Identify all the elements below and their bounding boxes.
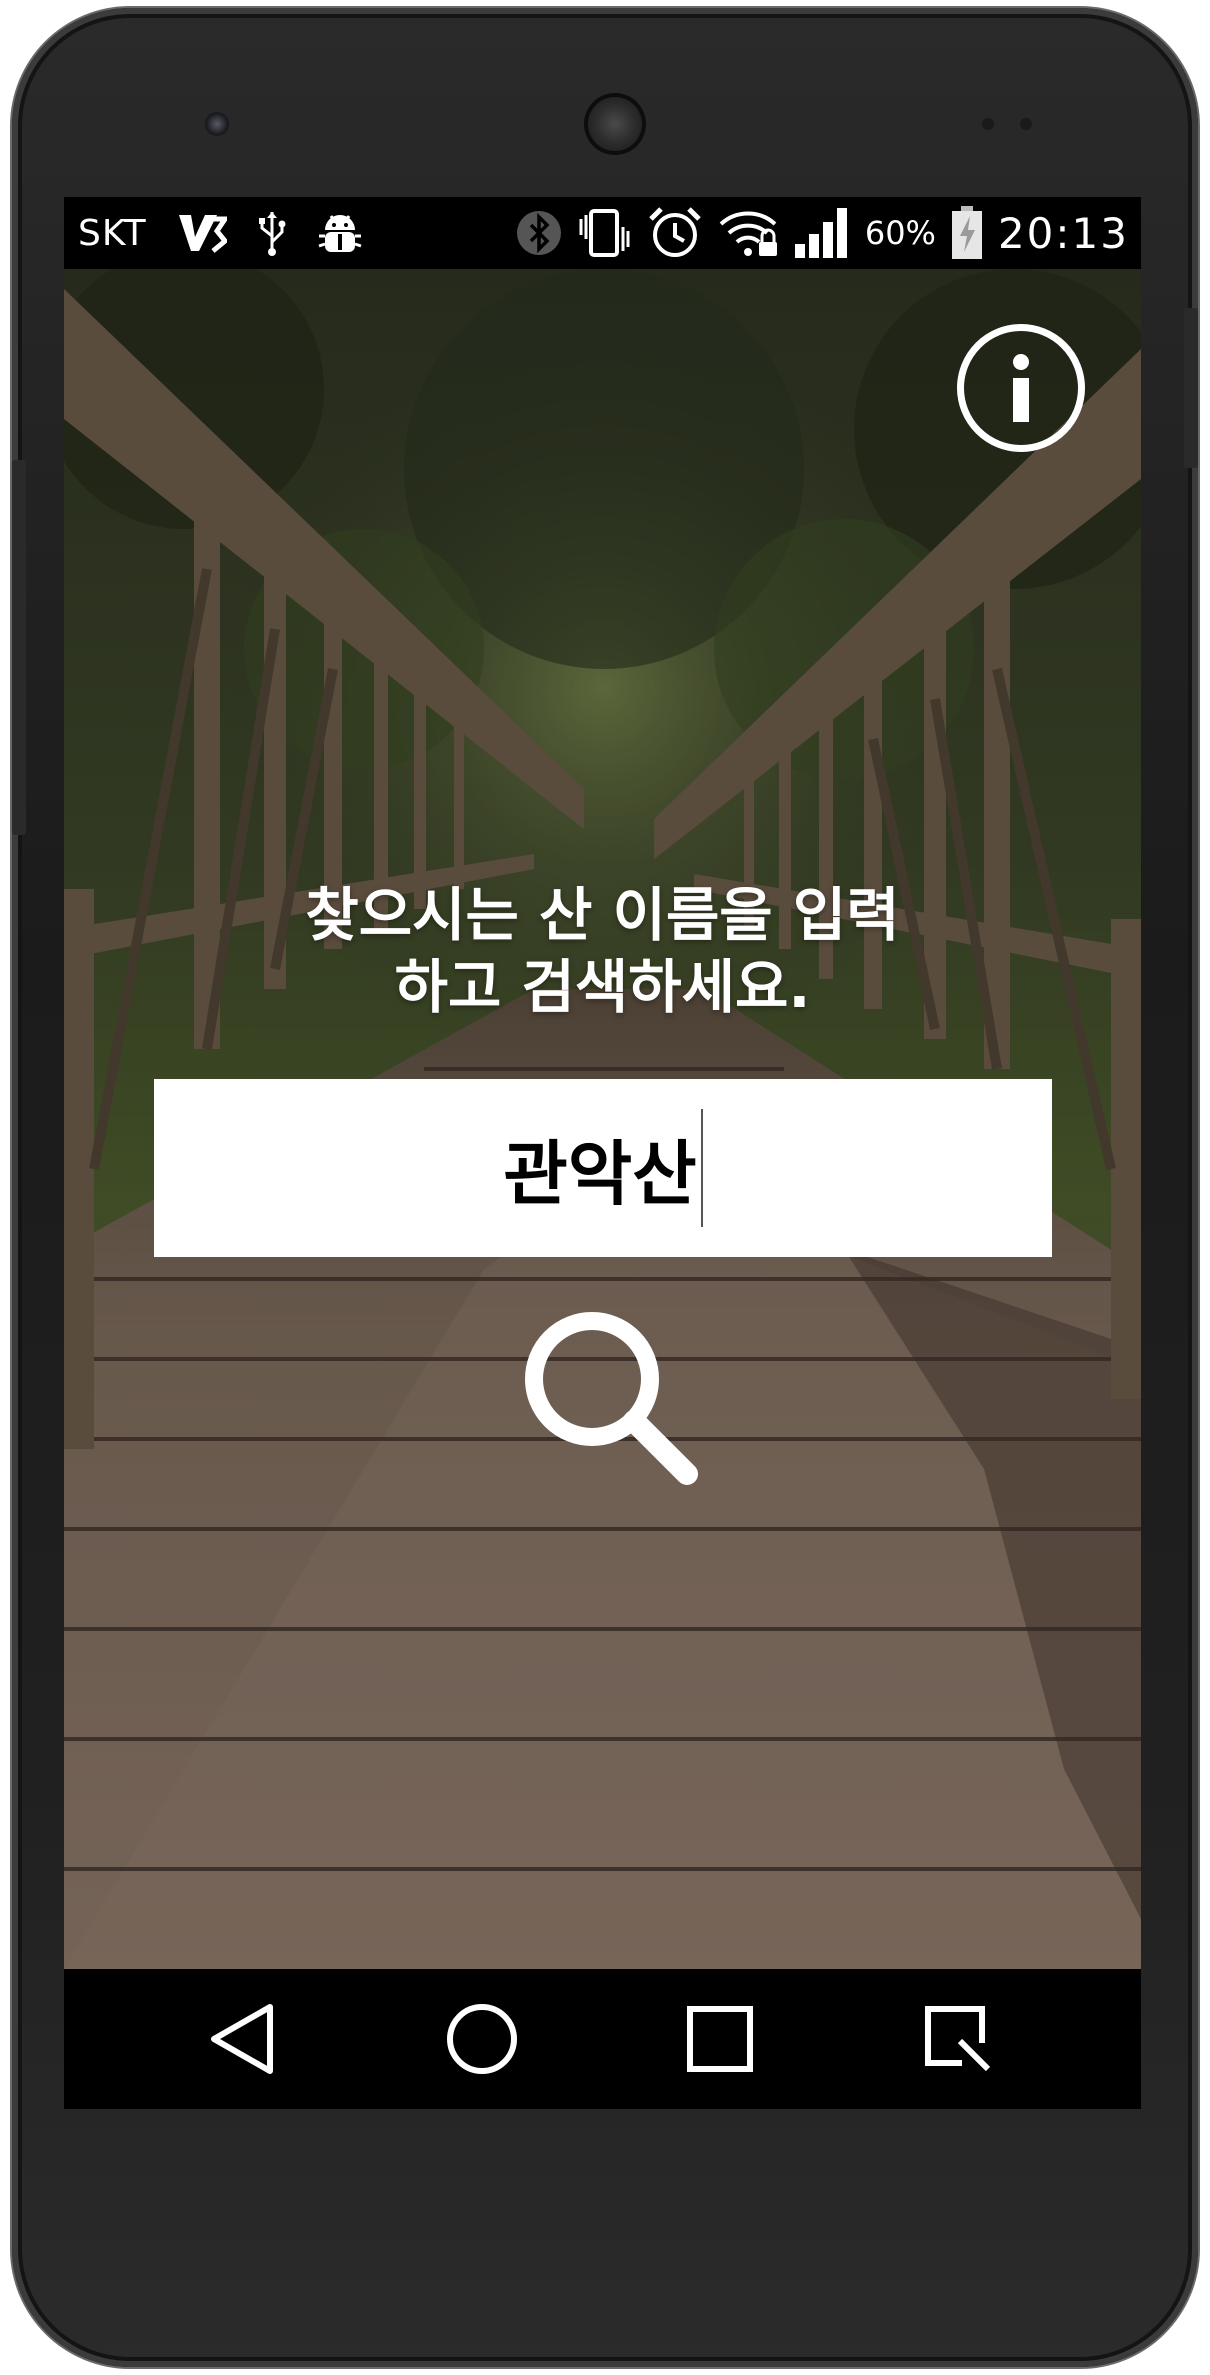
power-button <box>1184 308 1198 468</box>
recents-button[interactable] <box>650 1969 790 2109</box>
usb-icon <box>257 210 287 256</box>
recents-icon <box>687 2006 753 2072</box>
main-content: 찾으시는 산 이름을 입력 하고 검색하세요. 관악산 <box>64 269 1141 1969</box>
home-button[interactable] <box>412 1969 552 2109</box>
search-button[interactable] <box>512 1299 712 1499</box>
screen: SKT 60% 20:13 찾으시는 산 이름을 입력 하고 검색하세요. 관악… <box>64 197 1141 2109</box>
v3-app-icon <box>177 211 227 255</box>
home-icon <box>447 2004 517 2074</box>
text-cursor <box>700 1109 703 1227</box>
carrier-label: SKT <box>78 212 147 254</box>
back-button[interactable] <box>174 1969 314 2109</box>
light-sensor <box>1020 118 1032 130</box>
navigation-bar <box>64 1969 1141 2109</box>
info-icon <box>1013 354 1029 422</box>
info-button[interactable] <box>957 324 1085 452</box>
bluetooth-icon <box>515 209 563 257</box>
search-prompt: 찾으시는 산 이름을 입력 하고 검색하세요. <box>64 879 1141 1023</box>
battery-percent: 60% <box>864 214 936 252</box>
volume-button <box>12 460 26 835</box>
search-input-value: 관악산 <box>503 1132 697 1215</box>
proximity-sensor <box>982 118 994 130</box>
search-icon <box>525 1312 698 1485</box>
vibrate-icon <box>577 207 633 259</box>
mountain-search-input[interactable]: 관악산 <box>154 1079 1052 1257</box>
screenshot-icon <box>925 2006 991 2072</box>
alarm-clock-icon <box>647 205 703 261</box>
wifi-locked-icon <box>717 208 779 258</box>
prompt-line-2: 하고 검색하세요. <box>394 953 811 1021</box>
back-icon <box>211 2004 273 2074</box>
status-bar: SKT 60% 20:13 <box>64 197 1141 269</box>
prompt-line-1: 찾으시는 산 이름을 입력 <box>305 881 900 949</box>
signal-icon <box>793 206 851 260</box>
earpiece-speaker <box>584 93 646 155</box>
debug-bug-icon <box>317 210 363 256</box>
clock: 20:13 <box>997 208 1129 258</box>
front-camera <box>205 112 229 136</box>
battery-charging-icon <box>950 206 984 260</box>
screenshot-button[interactable] <box>888 1969 1028 2109</box>
